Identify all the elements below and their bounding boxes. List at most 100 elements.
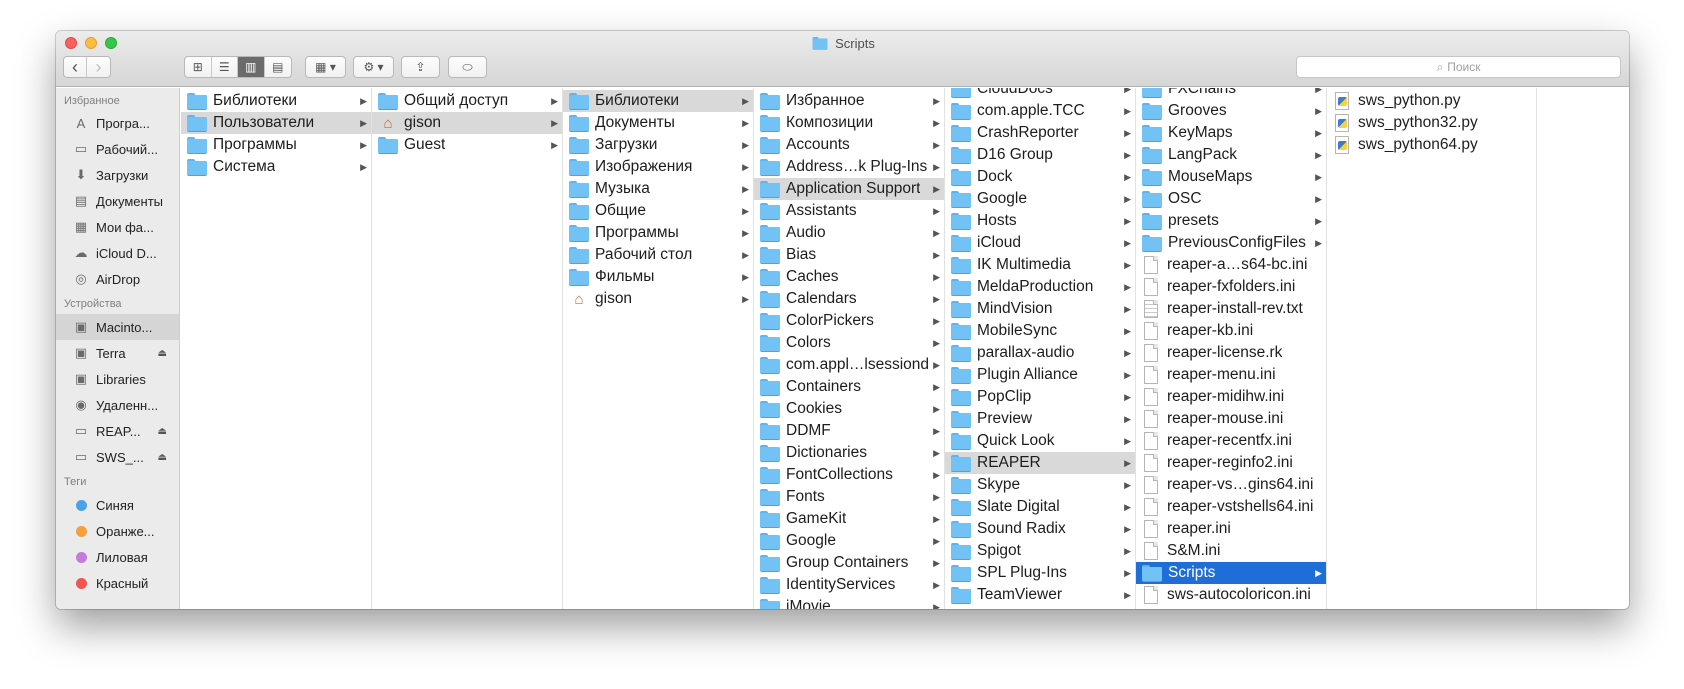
list-item[interactable]: IdentityServices ▶ <box>754 574 944 596</box>
list-item[interactable]: iMovie ▶ <box>754 596 944 609</box>
list-item[interactable]: Calendars ▶ <box>754 288 944 310</box>
list-item[interactable]: Google ▶ <box>945 188 1135 210</box>
list-item[interactable]: Application Support ▶ <box>754 178 944 200</box>
list-item[interactable]: sws-autocoloricon.ini <box>1136 584 1326 606</box>
list-item[interactable]: reaper-menu.ini <box>1136 364 1326 386</box>
list-item[interactable]: UserPlugins▶ <box>1136 606 1326 609</box>
list-item[interactable]: reaper-recentfx.ini <box>1136 430 1326 452</box>
sidebar-tag-item[interactable]: Синяя <box>56 492 179 518</box>
sidebar-item[interactable]: ◎ AirDrop <box>56 266 179 292</box>
list-item[interactable]: Музыка ▶ <box>563 178 753 200</box>
sidebar-device-item[interactable]: ◉ Удаленн... <box>56 392 179 418</box>
list-item[interactable]: Программы ▶ <box>563 222 753 244</box>
list-item[interactable]: Пользователи ▶ <box>181 112 371 134</box>
list-item[interactable]: reaper-kb.ini <box>1136 320 1326 342</box>
list-item[interactable]: Hosts ▶ <box>945 210 1135 232</box>
list-item[interactable]: Address…k Plug-Ins ▶ <box>754 156 944 178</box>
list-item[interactable]: Preview ▶ <box>945 408 1135 430</box>
list-item[interactable]: reaper-vstshells64.ini <box>1136 496 1326 518</box>
list-item[interactable]: OSC ▶ <box>1136 188 1326 210</box>
list-item[interactable]: FXChains ▶ <box>1136 88 1326 100</box>
list-item[interactable]: MeldaProduction ▶ <box>945 276 1135 298</box>
list-item[interactable]: GameKit ▶ <box>754 508 944 530</box>
list-item[interactable]: Библиотеки ▶ <box>563 90 753 112</box>
list-item[interactable]: Caches ▶ <box>754 266 944 288</box>
list-item[interactable]: FontCollections ▶ <box>754 464 944 486</box>
list-item[interactable]: Guest ▶ <box>372 134 562 156</box>
list-item[interactable]: Фильмы ▶ <box>563 266 753 288</box>
list-item[interactable]: Google ▶ <box>754 530 944 552</box>
list-item[interactable]: Общий доступ ▶ <box>372 90 562 112</box>
list-item[interactable]: reaper-a…s64-bc.ini <box>1136 254 1326 276</box>
sidebar-item[interactable]: A Програ... <box>56 110 179 136</box>
sidebar-device-item[interactable]: ▣ Macinto... <box>56 314 179 340</box>
eject-icon[interactable]: ⏏ <box>158 426 167 437</box>
list-item[interactable]: reaper-fxfolders.ini <box>1136 276 1326 298</box>
list-item[interactable]: Colors ▶ <box>754 332 944 354</box>
list-item[interactable]: ⌂ gison ▶ <box>563 288 753 310</box>
action-button[interactable]: ⚙ ▾ <box>353 56 394 78</box>
list-item[interactable]: Система ▶ <box>181 156 371 178</box>
list-item[interactable]: Accounts ▶ <box>754 134 944 156</box>
list-item[interactable]: Spigot ▶ <box>945 540 1135 562</box>
list-item[interactable]: Fonts ▶ <box>754 486 944 508</box>
list-item[interactable]: Программы ▶ <box>181 134 371 156</box>
cover-flow-button[interactable]: ▤ <box>265 57 291 77</box>
list-item[interactable]: reaper.ini <box>1136 518 1326 540</box>
list-item[interactable]: S&M.ini <box>1136 540 1326 562</box>
sidebar-item[interactable]: ⬇ Загрузки <box>56 162 179 188</box>
icon-view-button[interactable]: ⊞ <box>185 57 212 77</box>
list-item[interactable]: iCloud ▶ <box>945 232 1135 254</box>
list-item[interactable]: Cookies ▶ <box>754 398 944 420</box>
list-item[interactable]: Общие ▶ <box>563 200 753 222</box>
list-item[interactable]: Group Containers ▶ <box>754 552 944 574</box>
list-item[interactable]: Skype ▶ <box>945 474 1135 496</box>
back-button[interactable]: ‹ <box>64 57 88 77</box>
sidebar-tag-item[interactable]: Красный <box>56 570 179 596</box>
list-item[interactable]: KeyMaps ▶ <box>1136 122 1326 144</box>
list-item[interactable]: reaper-reginfo2.ini <box>1136 452 1326 474</box>
list-item[interactable]: MindVision ▶ <box>945 298 1135 320</box>
list-item[interactable]: IK Multimedia ▶ <box>945 254 1135 276</box>
eject-icon[interactable]: ⏏ <box>158 452 167 463</box>
sidebar-device-item[interactable]: ▣ Terra ⏏ <box>56 340 179 366</box>
list-item[interactable]: sws_python.py <box>1327 90 1536 112</box>
list-item[interactable]: com.apple.TCC ▶ <box>945 100 1135 122</box>
list-item[interactable]: CloudDocs ▶ <box>945 88 1135 100</box>
sidebar-tag-item[interactable]: Лиловая <box>56 544 179 570</box>
list-item[interactable]: Containers ▶ <box>754 376 944 398</box>
list-item[interactable]: Рабочий стол ▶ <box>563 244 753 266</box>
search-input[interactable]: ⌕ Поиск <box>1296 56 1621 78</box>
list-item[interactable]: Dictionaries ▶ <box>754 442 944 464</box>
list-item[interactable]: ⌂ gison ▶ <box>372 112 562 134</box>
list-item[interactable]: sws_python64.py <box>1327 134 1536 156</box>
column-view-button[interactable]: ▥ <box>238 57 265 77</box>
list-item[interactable]: Sound Radix ▶ <box>945 518 1135 540</box>
list-item[interactable]: Dock ▶ <box>945 166 1135 188</box>
list-item[interactable]: TextExpander▶ <box>945 606 1135 609</box>
list-item[interactable]: presets ▶ <box>1136 210 1326 232</box>
sidebar-item[interactable]: ▭ Рабочий... <box>56 136 179 162</box>
list-item[interactable]: DDMF ▶ <box>754 420 944 442</box>
share-button[interactable]: ⇪ <box>401 56 440 78</box>
tag-button[interactable]: ⬭ <box>448 56 487 78</box>
list-item[interactable]: reaper-install-rev.txt <box>1136 298 1326 320</box>
list-item[interactable]: sws_python32.py <box>1327 112 1536 134</box>
list-item[interactable]: Plugin Alliance ▶ <box>945 364 1135 386</box>
forward-button[interactable]: › <box>87 57 110 77</box>
list-item[interactable]: CrashReporter ▶ <box>945 122 1135 144</box>
list-item[interactable]: Загрузки ▶ <box>563 134 753 156</box>
list-item[interactable]: MobileSync ▶ <box>945 320 1135 342</box>
list-item[interactable]: PopClip ▶ <box>945 386 1135 408</box>
sidebar-tag-item[interactable]: Оранже... <box>56 518 179 544</box>
sidebar-device-item[interactable]: ▭ REAP... ⏏ <box>56 418 179 444</box>
list-item[interactable]: SPL Plug-Ins ▶ <box>945 562 1135 584</box>
list-item[interactable]: PreviousConfigFiles ▶ <box>1136 232 1326 254</box>
list-item[interactable]: com.appl…lsessiond ▶ <box>754 354 944 376</box>
list-item[interactable]: MouseMaps ▶ <box>1136 166 1326 188</box>
list-item[interactable]: Композиции ▶ <box>754 112 944 134</box>
list-item[interactable]: Audio ▶ <box>754 222 944 244</box>
list-item[interactable]: Assistants ▶ <box>754 200 944 222</box>
list-item[interactable]: Quick Look ▶ <box>945 430 1135 452</box>
list-item[interactable]: Избранное ▶ <box>754 90 944 112</box>
